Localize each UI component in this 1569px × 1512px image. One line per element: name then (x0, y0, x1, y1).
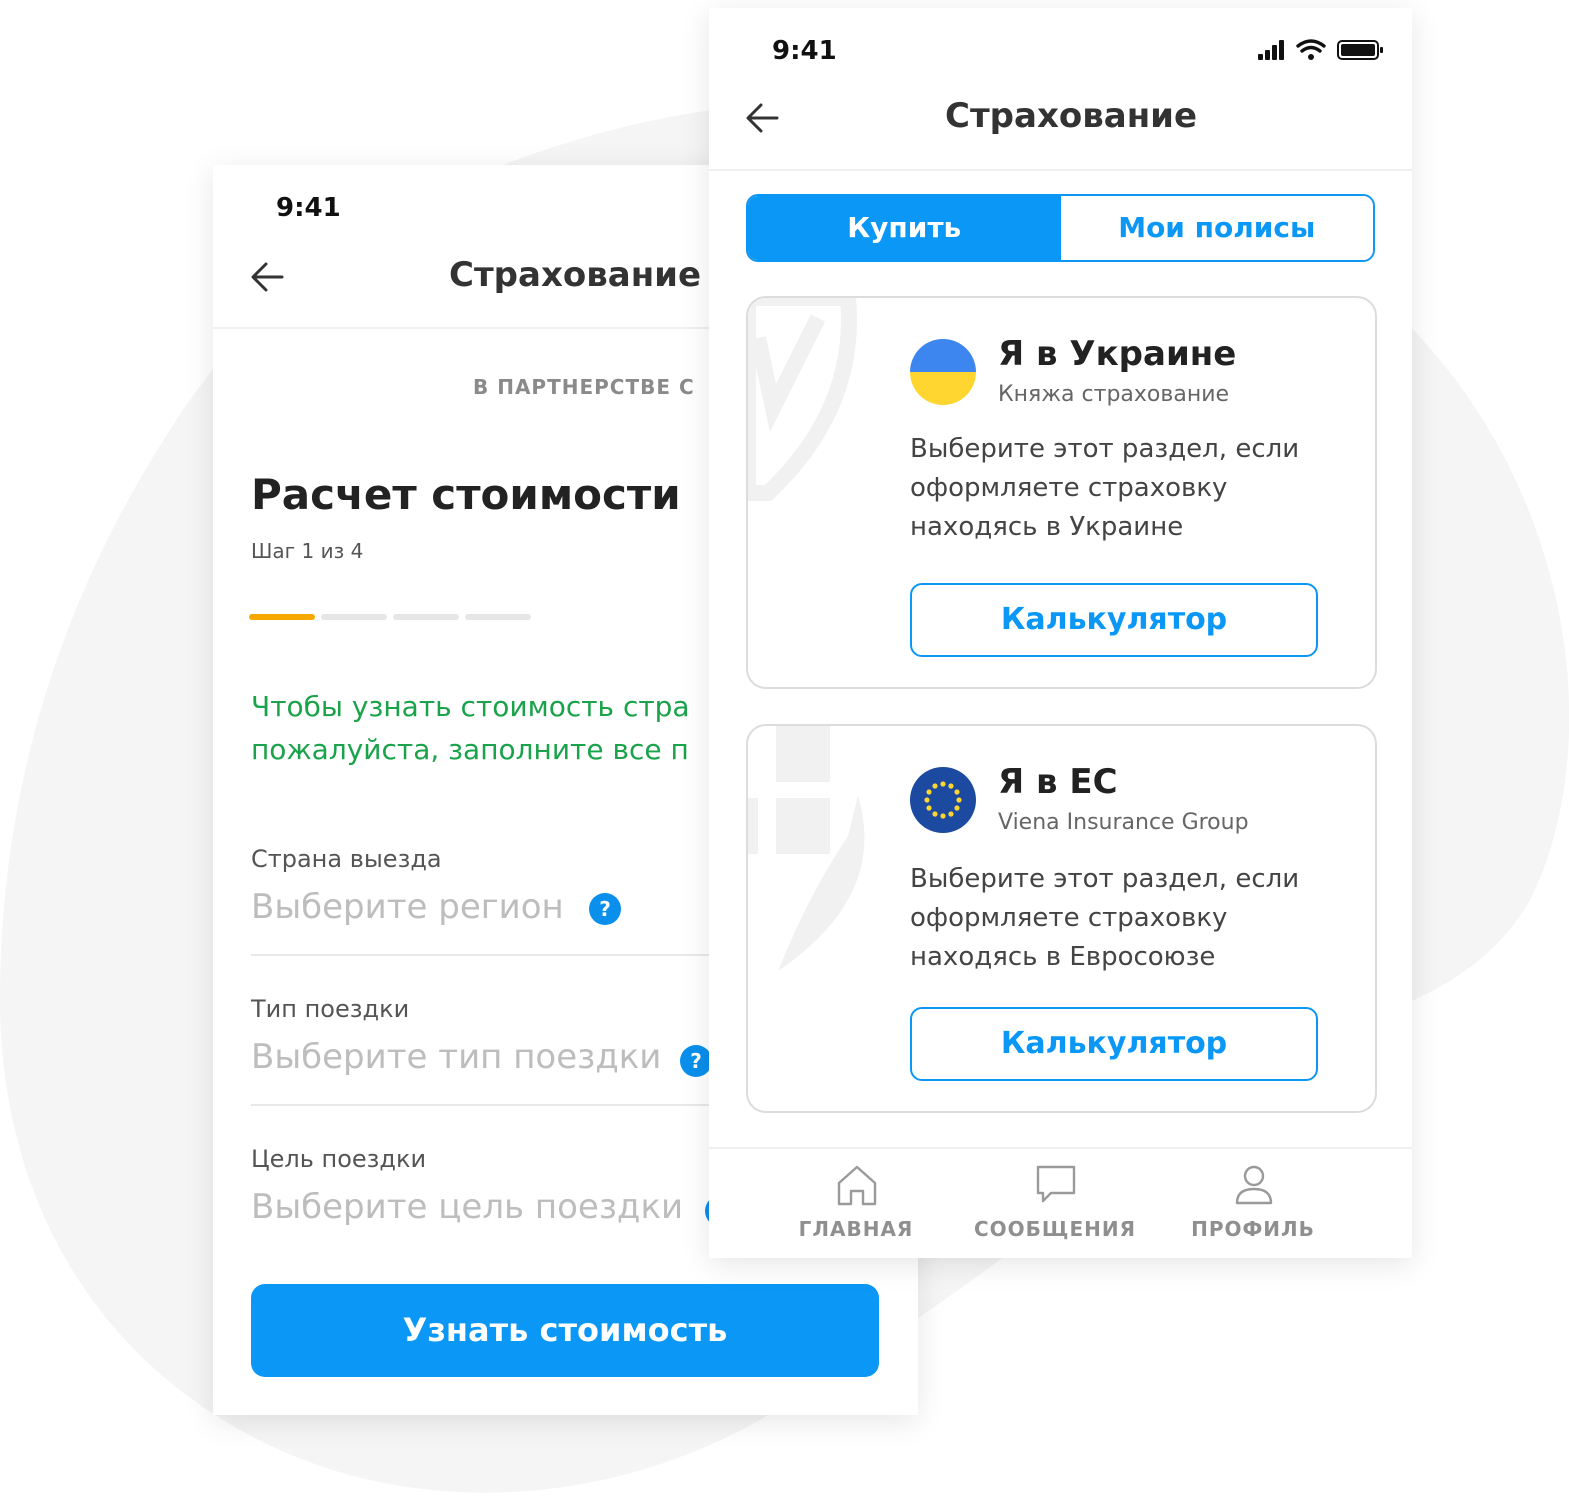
card-subtitle: Княжа страхование (998, 382, 1230, 407)
status-bar-icons (1258, 39, 1383, 60)
progress-segment (465, 614, 531, 620)
home-icon (837, 1165, 877, 1206)
trip-purpose-select[interactable]: Выберите цель поездки (251, 1187, 683, 1227)
progress-segment (393, 614, 459, 620)
calculator-button[interactable]: Калькулятор (910, 1007, 1318, 1081)
status-time: 9:41 (276, 193, 341, 223)
nav-label: ГЛАВНАЯ (798, 1217, 914, 1241)
nav-label: ПРОФИЛЬ (1191, 1217, 1315, 1241)
back-arrow-icon[interactable] (743, 98, 783, 138)
header-divider (709, 169, 1412, 171)
card-title: Я в ЕС (998, 762, 1118, 802)
trip-type-select[interactable]: Выберите тип поездки (251, 1037, 661, 1077)
card-title: Я в Украине (998, 334, 1237, 374)
watermark-shield-icon (748, 298, 857, 501)
ukraine-flag-icon (910, 339, 976, 405)
nav-home[interactable]: ГЛАВНАЯ (756, 1149, 956, 1258)
page-title: Расчет стоимости (251, 470, 681, 519)
help-icon[interactable]: ? (680, 1045, 712, 1077)
field-label-trip-type: Тип поездки (251, 995, 410, 1023)
back-arrow-icon[interactable] (248, 257, 288, 297)
chat-icon (1036, 1165, 1076, 1203)
header-title: Страхование (449, 255, 702, 295)
nav-label: СООБЩЕНИЯ (974, 1217, 1136, 1241)
progress-segment (321, 614, 387, 620)
watermark-shield-icon (748, 726, 865, 971)
calculator-button[interactable]: Калькулятор (910, 583, 1318, 657)
card-description: Выберите этот раздел, если оформляете ст… (910, 864, 1300, 972)
insurance-screen: 9:41 Страхование Купить Мои полисы Я в У… (709, 8, 1412, 1258)
partner-caption: В ПАРТНЕРСТВЕ С (473, 375, 695, 399)
header-title: Страхование (945, 96, 1198, 136)
nav-profile[interactable]: ПРОФИЛЬ (1153, 1149, 1353, 1258)
insurance-card-eu[interactable]: Я в ЕС Viena Insurance Group Выберите эт… (746, 724, 1377, 1113)
help-icon[interactable]: ? (589, 893, 621, 925)
field-label-trip-purpose: Цель поездки (251, 1145, 427, 1173)
buy-policies-toggle: Купить Мои полисы (746, 194, 1375, 262)
tab-my-policies[interactable]: Мои полисы (1060, 196, 1373, 260)
user-icon (1235, 1165, 1273, 1205)
wifi-icon (1296, 39, 1326, 60)
region-select[interactable]: Выберите регион (251, 887, 564, 927)
tab-buy[interactable]: Купить (748, 196, 1061, 260)
field-label-country: Страна выезда (251, 845, 442, 873)
battery-icon (1337, 40, 1383, 60)
eu-flag-icon (910, 767, 976, 833)
get-price-button[interactable]: Узнать стоимость (251, 1284, 879, 1377)
card-description: Выберите этот раздел, если оформляете ст… (910, 434, 1300, 542)
insurance-card-ukraine[interactable]: Я в Украине Княжа страхование Выберите э… (746, 296, 1377, 689)
signal-icon (1258, 40, 1284, 60)
bottom-navigation: ГЛАВНАЯ СООБЩЕНИЯ ПРОФИЛЬ (709, 1147, 1412, 1258)
progress-segment (249, 614, 315, 620)
step-progress (249, 614, 531, 620)
nav-messages[interactable]: СООБЩЕНИЯ (955, 1149, 1155, 1258)
status-time: 9:41 (772, 36, 837, 66)
step-indicator: Шаг 1 из 4 (251, 539, 364, 563)
card-subtitle: Viena Insurance Group (998, 810, 1249, 835)
